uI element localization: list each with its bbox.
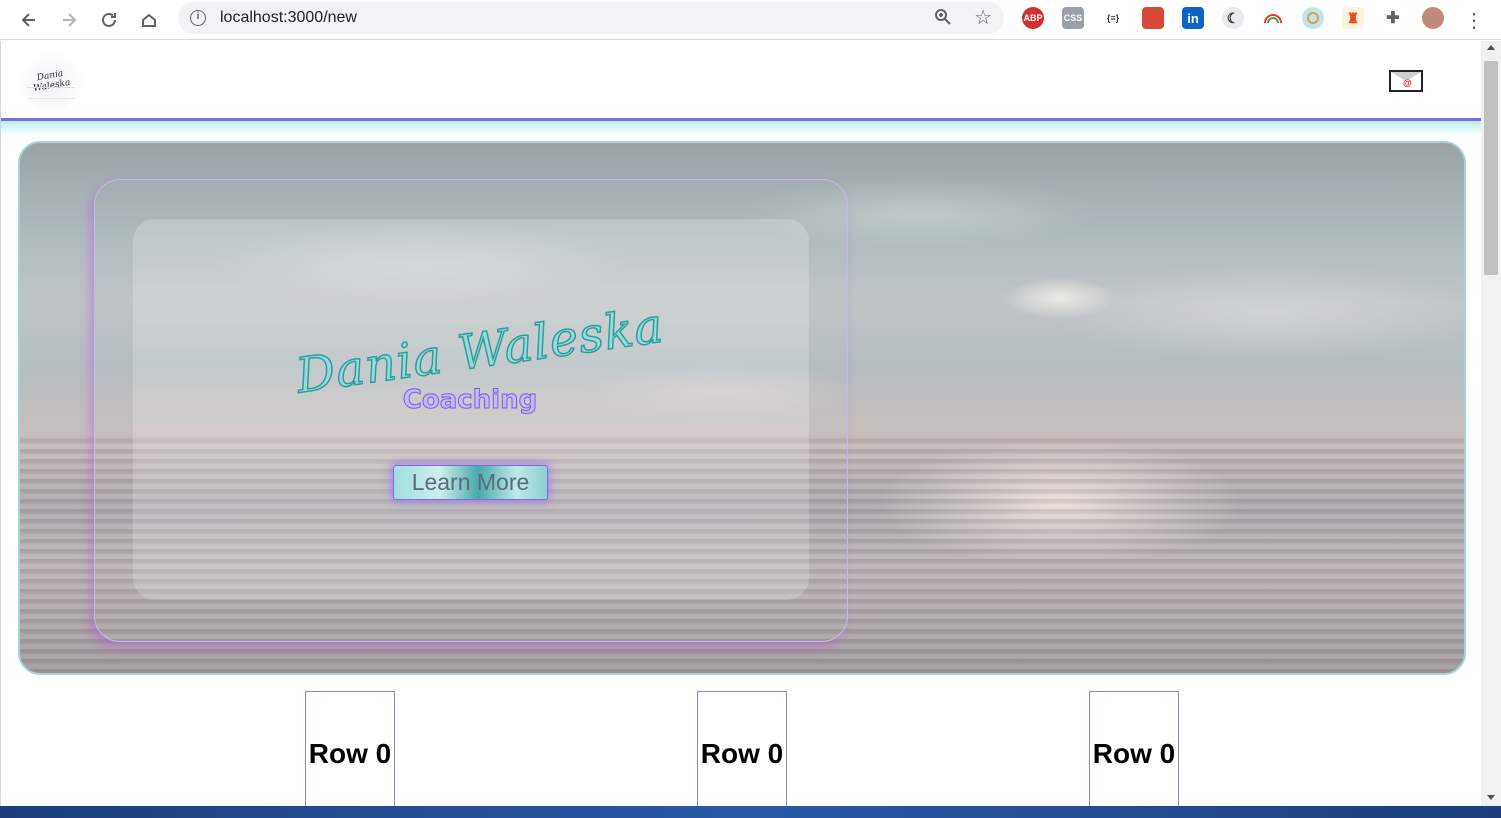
hero-banner: Dania Waleska Coaching Learn More	[18, 141, 1466, 675]
page-viewport: Dania Waleska @ Dania Waleska Coaching L…	[0, 41, 1481, 806]
os-taskbar	[0, 806, 1501, 818]
url-text[interactable]: localhost:3000/new	[220, 9, 357, 27]
row-card-label: Row 0	[700, 738, 784, 769]
reload-icon[interactable]	[95, 6, 123, 34]
home-icon[interactable]	[135, 6, 163, 34]
site-logo[interactable]: Dania Waleska	[19, 47, 83, 111]
dark-mode-icon[interactable]: ☾	[1222, 7, 1244, 29]
profile-avatar-icon[interactable]	[1422, 7, 1444, 29]
extension-red-icon[interactable]	[1142, 7, 1164, 29]
linkedin-icon[interactable]: in	[1182, 7, 1204, 29]
eye-dropper-icon[interactable]	[1302, 7, 1324, 29]
page-scrollbar[interactable]	[1481, 41, 1501, 806]
row-card-label: Row 0	[1092, 738, 1176, 769]
css-viewer-icon[interactable]: CSS	[1062, 7, 1084, 29]
row-card-label: Row 0	[308, 738, 392, 769]
adblock-plus-icon[interactable]: ABP	[1022, 7, 1044, 29]
puzzle-icon[interactable]: ✚	[1382, 7, 1404, 29]
hero-subtitle: Coaching	[402, 385, 538, 416]
back-arrow-icon[interactable]	[15, 6, 43, 34]
header-glow	[1, 121, 1481, 135]
row-card: Row 0	[305, 691, 395, 806]
mail-icon[interactable]: @	[1389, 70, 1423, 92]
learn-more-button[interactable]: Learn More	[393, 465, 548, 500]
logo-waves	[27, 87, 75, 99]
forward-arrow-icon[interactable]	[55, 6, 83, 34]
info-icon[interactable]: i	[190, 10, 206, 26]
figure-icon[interactable]: ♜	[1342, 7, 1364, 29]
zoom-icon[interactable]	[934, 8, 952, 31]
site-header: Dania Waleska @	[1, 41, 1481, 119]
rainbow-icon[interactable]	[1262, 7, 1284, 29]
row-card: Row 0	[1089, 691, 1179, 806]
bookmark-star-icon[interactable]: ☆	[974, 5, 992, 30]
scroll-thumb[interactable]	[1484, 61, 1498, 275]
browser-toolbar: i localhost:3000/new ☆ ABP CSS {≡} in ☾ …	[0, 0, 1501, 40]
json-formatter-icon[interactable]: {≡}	[1102, 7, 1124, 29]
scroll-up-arrow-icon[interactable]	[1487, 45, 1495, 50]
menu-kebab-icon[interactable]: ⋮	[1460, 6, 1488, 34]
address-bar[interactable]: i localhost:3000/new ☆	[178, 2, 1004, 34]
mail-at-icon: @	[1403, 78, 1412, 88]
row-card: Row 0	[697, 691, 787, 806]
scroll-down-arrow-icon[interactable]	[1487, 795, 1495, 800]
